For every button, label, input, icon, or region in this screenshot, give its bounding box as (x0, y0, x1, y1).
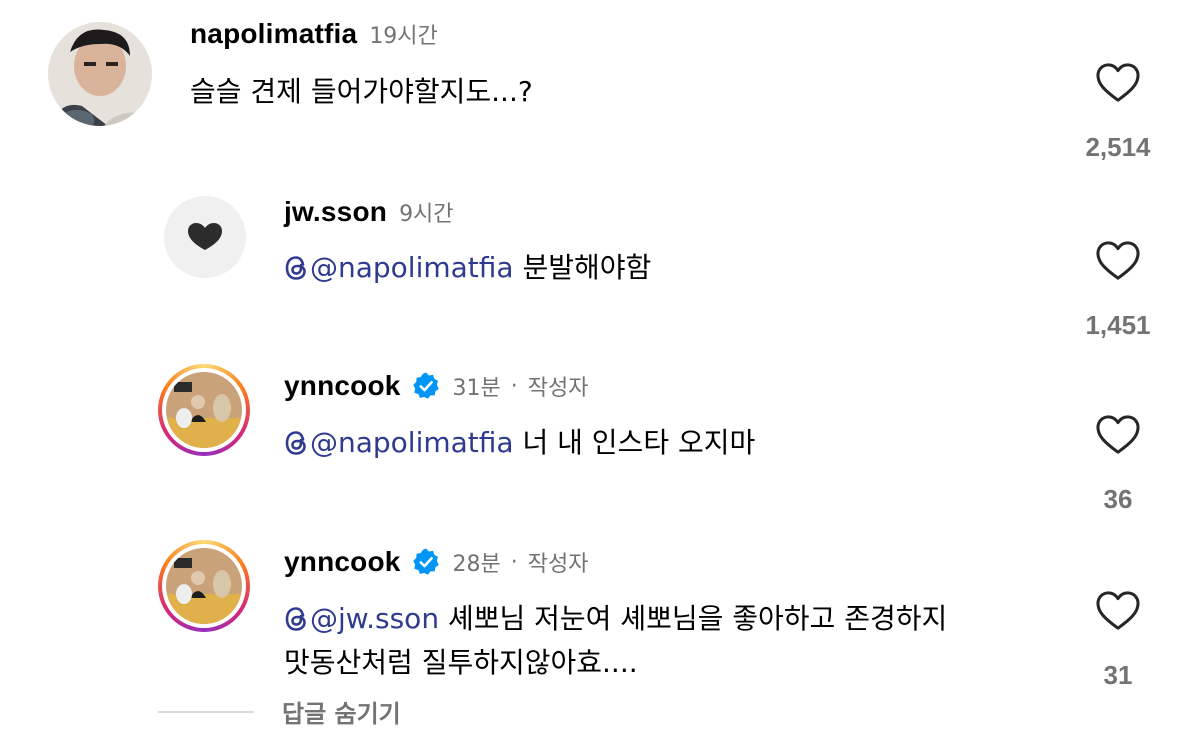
comment-text: @napolimatfia 분발해야함 (284, 246, 651, 290)
comment-text: 슬슬 견제 들어가야할지도...? (190, 70, 533, 114)
mention-link[interactable]: @jw.sson (284, 602, 439, 635)
threads-icon (285, 256, 306, 280)
heart-icon[interactable] (1095, 240, 1141, 282)
comment-text: @napolimatfia 너 내 인스타 오지마 (284, 421, 755, 465)
like-count[interactable]: 1,451 (1078, 310, 1158, 341)
mention-link[interactable]: @napolimatfia (284, 251, 514, 284)
timestamp: 28분 (452, 552, 501, 577)
avatar-story-ring[interactable] (158, 364, 250, 456)
username[interactable]: jw.sson (284, 196, 387, 228)
mention-text[interactable]: @napolimatfia (310, 251, 514, 284)
avatar[interactable] (164, 196, 246, 278)
comment-text-line: 맛동산처럼 질투하지않아효.... (284, 646, 638, 679)
comment-text-line: 분발해야함 (513, 251, 652, 284)
timestamp: 31분 (452, 376, 501, 401)
hide-replies-button[interactable]: 답글 숨기기 (158, 694, 401, 729)
verified-badge-icon (411, 371, 441, 401)
mention-text[interactable]: @jw.sson (310, 602, 439, 635)
timestamp: 9시간 (399, 202, 454, 227)
heart-icon[interactable] (1095, 590, 1141, 632)
comments-section: napolimatfia 19시간 슬슬 견제 들어가야할지도...? 2,51… (0, 0, 1200, 739)
like-count[interactable]: 36 (1078, 484, 1158, 515)
like-count[interactable]: 31 (1078, 660, 1158, 691)
threads-icon (285, 431, 306, 455)
threads-icon (285, 607, 306, 631)
username[interactable]: napolimatfia (190, 18, 357, 50)
timestamp: 19시간 (369, 24, 438, 49)
comment-text-line: 슬슬 견제 들어가야할지도...? (190, 75, 533, 108)
author-tag: 작성자 (527, 552, 589, 577)
avatar[interactable] (48, 22, 152, 126)
author-tag: 작성자 (527, 376, 589, 401)
comment-text-line: 셰뽀님 저눈여 셰뽀님을 좋아하고 존경하지 (439, 602, 948, 635)
username[interactable]: ynncook (284, 546, 401, 578)
mention-link[interactable]: @napolimatfia (284, 426, 514, 459)
comment-text-line: 너 내 인스타 오지마 (513, 426, 756, 459)
avatar-story-ring[interactable] (158, 540, 250, 632)
separator-dot: · (510, 549, 518, 575)
heart-icon[interactable] (1095, 414, 1141, 456)
mention-text[interactable]: @napolimatfia (310, 426, 514, 459)
like-count[interactable]: 2,514 (1078, 132, 1158, 163)
verified-badge-icon (411, 547, 441, 577)
username[interactable]: ynncook (284, 370, 401, 402)
separator-dot: · (510, 373, 518, 399)
hide-replies-label[interactable]: 답글 숨기기 (282, 694, 401, 729)
divider (158, 710, 254, 713)
heart-icon[interactable] (1095, 62, 1141, 104)
comment-text: @jw.sson 셰뽀님 저눈여 셰뽀님을 좋아하고 존경하지 맛동산처럼 질투… (284, 597, 947, 685)
